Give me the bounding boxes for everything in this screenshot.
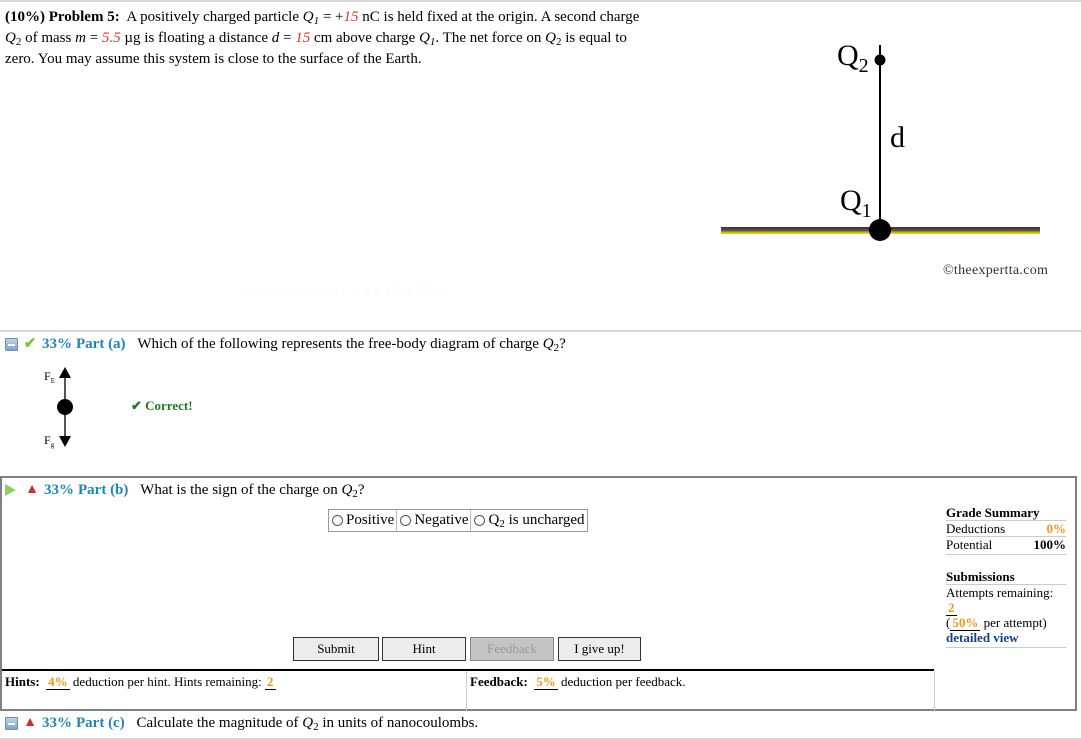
hints-remaining: 2 — [265, 674, 276, 690]
radio-negative[interactable] — [400, 515, 412, 526]
part-c-label: Part (c) — [76, 715, 125, 731]
problem-text: is equal to — [561, 30, 627, 46]
part-a-question: Which of the following represents the fr… — [137, 336, 566, 354]
problem-text: nC is held fixed at the origin. A second… — [358, 9, 640, 25]
fbd-charge — [57, 399, 73, 415]
mass-symbol: m — [75, 30, 86, 46]
grade-summary-title: Grade Summary — [946, 505, 1040, 520]
choice-label: Q2 is uncharged — [488, 512, 585, 530]
copyright-text: ©theexpertta.com — [943, 263, 1049, 278]
mass-value: 5.5 — [101, 30, 121, 46]
q2-charge — [874, 54, 886, 66]
hint-button[interactable]: Hint — [382, 637, 466, 661]
part-a-label: Part (a) — [76, 336, 126, 352]
part-a-percent: 33% — [42, 336, 72, 352]
q1-symbol: Q — [302, 9, 314, 25]
free-body-diagram: FE Fg — [44, 367, 73, 449]
q1-label: Q1 — [840, 184, 872, 222]
problem-text: A positively charged particle — [126, 9, 303, 25]
submissions-divider — [946, 647, 1066, 648]
detailed-view-link[interactable]: detailed view — [946, 630, 1066, 645]
attempts-row: Attempts remaining: 2 — [946, 584, 1066, 616]
watermark: Access Denied: AE 6 4 4 1 5 4 7 7 1 — [240, 285, 444, 300]
warning-icon: ▲ — [23, 715, 37, 730]
column-divider — [934, 671, 935, 711]
choice-uncharged[interactable]: Q2 is uncharged — [471, 510, 586, 531]
give-up-button[interactable]: I give up! — [558, 637, 641, 661]
per-attempt-value: 50% — [950, 615, 981, 631]
potential-label: Potential — [946, 537, 993, 552]
problem-weight: (10%) — [5, 9, 45, 25]
feedback-deduction: 5% — [534, 674, 558, 690]
correct-status: ✔ Correct! — [131, 398, 193, 413]
part-b-header: ▲ 33% Part (b) What is the sign of the c… — [5, 480, 365, 500]
q1-symbol: Q — [419, 30, 430, 46]
q2-symbol: Q — [545, 30, 556, 46]
potential-value: 100% — [1033, 537, 1067, 552]
part-c-question: Calculate the magnitude of Q2 in units o… — [136, 715, 479, 733]
fbd-down-arrow-icon — [59, 436, 71, 447]
hints-info: Hints: 4% deduction per hint. Hints rema… — [5, 674, 276, 690]
fbd-electric-force-label: FE — [44, 369, 55, 385]
part-a-header: ✔ 33% Part (a) Which of the following re… — [5, 334, 566, 354]
top-divider — [0, 0, 1081, 2]
fbd-up-arrow-icon — [59, 367, 71, 378]
q1-charge — [869, 219, 891, 241]
attempts-label: Attempts remaining: — [946, 585, 1054, 600]
charge-sign-choices: Positive Negative Q2 is uncharged — [328, 509, 588, 532]
d-label: d — [890, 121, 905, 154]
grade-summary: Grade Summary Deductions 0% Potential 10… — [946, 505, 1066, 648]
q2-label: Q2 — [837, 39, 869, 77]
submit-button[interactable]: Submit — [293, 637, 379, 661]
part-b-label: Part (b) — [78, 482, 129, 498]
feedback-button[interactable]: Feedback — [470, 637, 554, 661]
collapse-icon[interactable] — [5, 337, 18, 351]
choice-negative[interactable]: Negative — [397, 510, 472, 531]
section-divider — [0, 330, 1081, 332]
distance-value: 15 — [295, 30, 311, 46]
per-attempt-row: (50% per attempt) — [946, 615, 1047, 631]
potential-row: Potential 100% — [946, 536, 1066, 552]
choice-label: Positive — [346, 512, 395, 528]
problem-text: = — [85, 30, 102, 46]
collapse-icon[interactable] — [5, 716, 18, 730]
deductions-row: Deductions 0% — [946, 520, 1066, 536]
q2-symbol: Q — [5, 30, 16, 46]
problem-text: zero. You may assume this system is clos… — [5, 51, 422, 67]
deductions-label: Deductions — [946, 521, 1006, 536]
part-b-percent: 33% — [44, 482, 74, 498]
q1-value: 15 — [343, 9, 359, 25]
radio-positive[interactable] — [332, 515, 343, 526]
problem-text: cm above charge — [310, 30, 420, 46]
charge-diagram: Q2 d Q1 — [721, 39, 1040, 241]
warning-icon: ▲ — [25, 482, 39, 497]
column-divider — [466, 671, 467, 711]
expand-arrow-icon[interactable] — [5, 484, 16, 496]
problem-text: = + — [319, 9, 344, 25]
fbd-gravity-label: Fg — [44, 433, 55, 449]
checkmark-icon: ✔ — [23, 336, 37, 352]
problem-text: = — [279, 30, 296, 46]
submissions-title: Submissions — [946, 569, 1015, 584]
hints-feedback-divider — [2, 669, 934, 671]
feedback-info: Feedback: 5% deduction per feedback. — [470, 674, 686, 690]
deductions-value: 0% — [1046, 521, 1067, 536]
problem-label: Problem 5: — [48, 9, 120, 25]
hint-deduction: 4% — [46, 674, 70, 690]
part-c-header: ▲ 33% Part (c) Calculate the magnitude o… — [5, 713, 478, 733]
attempts-value: 2 — [946, 600, 957, 616]
problem-text: . The net force on — [435, 30, 546, 46]
problem-text: µg is floating a distance — [120, 30, 272, 46]
part-c-percent: 33% — [42, 715, 72, 731]
feedback-label: Feedback: — [470, 674, 528, 689]
choice-label: Negative — [414, 512, 469, 528]
problem-text: of mass — [21, 30, 76, 46]
hints-label: Hints: — [5, 674, 40, 689]
part-b-question: What is the sign of the charge on Q2? — [140, 482, 365, 500]
choice-positive[interactable]: Positive — [329, 510, 398, 531]
radio-uncharged[interactable] — [474, 515, 486, 526]
problem-statement: (10%) Problem 5: A positively charged pa… — [5, 7, 705, 70]
